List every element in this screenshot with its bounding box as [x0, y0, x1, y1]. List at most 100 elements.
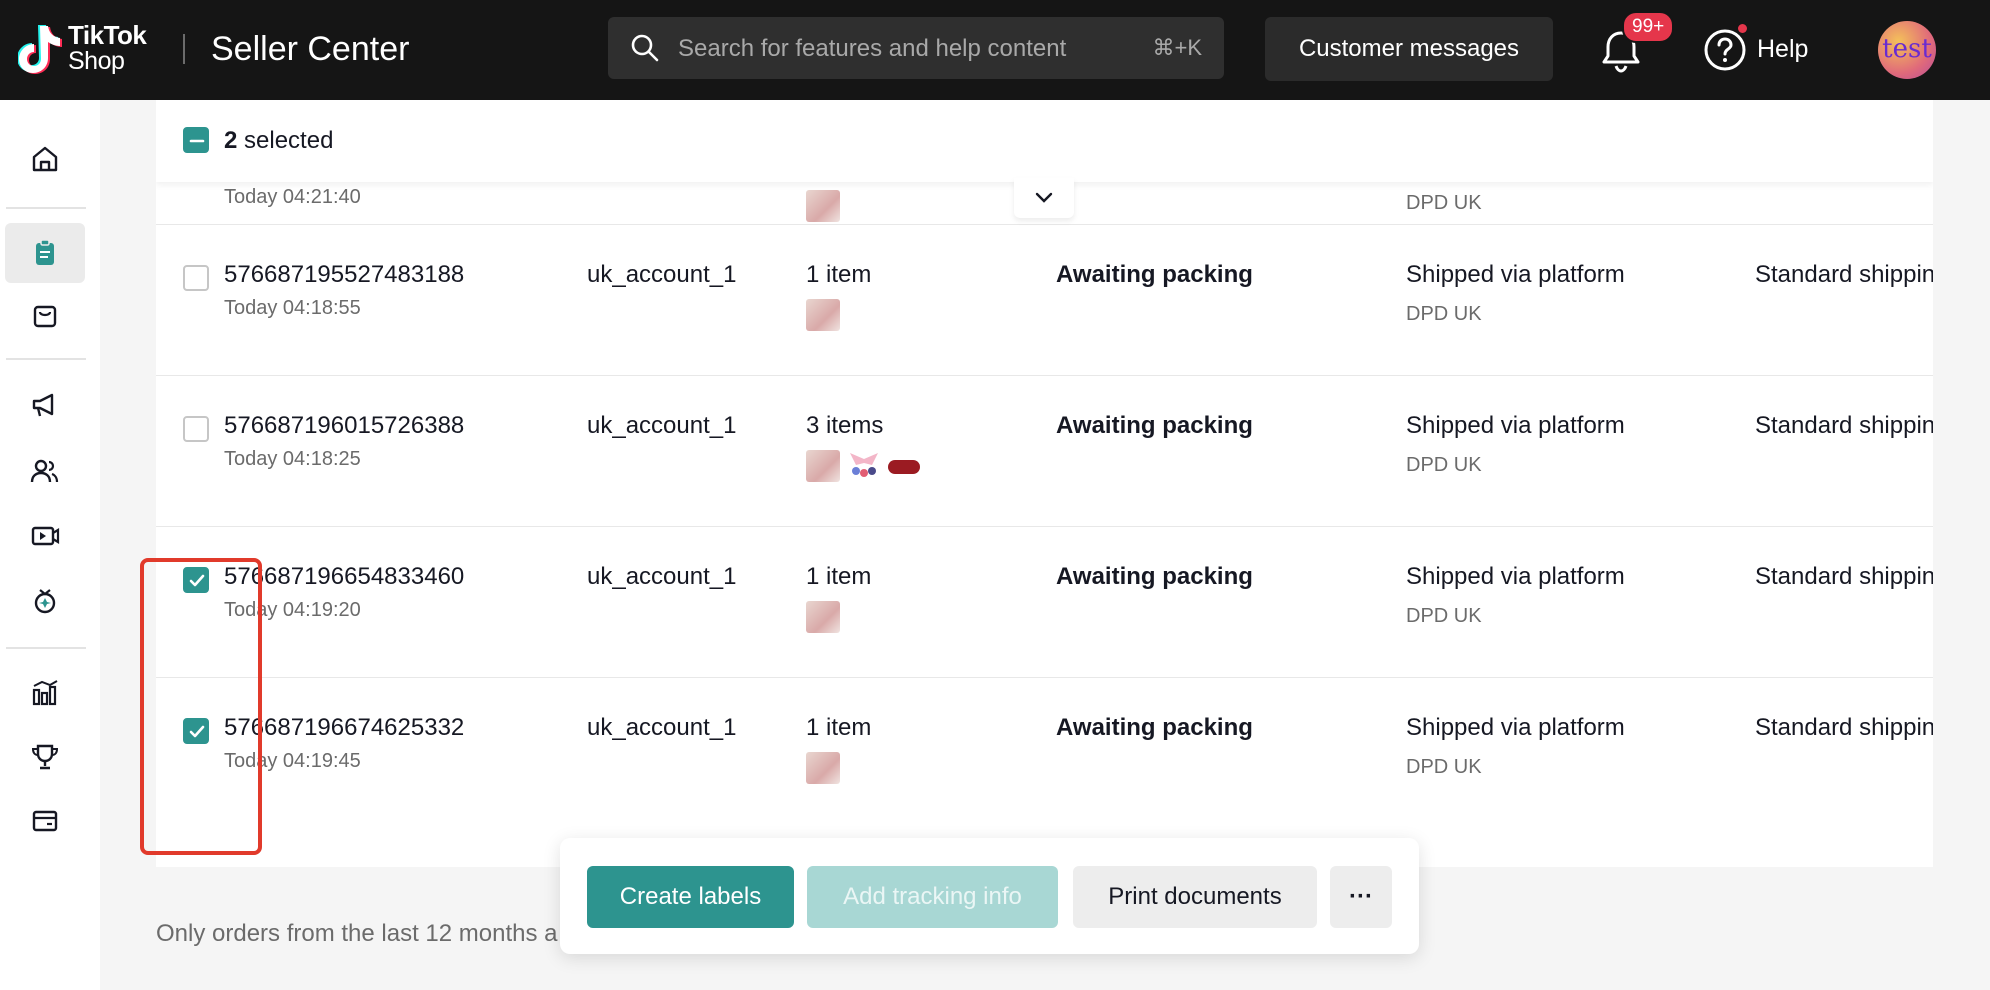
sidebar-item-achievements[interactable] — [5, 727, 85, 787]
item-count[interactable]: 1 item — [806, 714, 871, 742]
footnote: Only orders from the last 12 months a — [156, 920, 558, 947]
sidebar-item-marketing[interactable] — [5, 375, 85, 435]
add-tracking-info-button[interactable]: Add tracking info — [807, 866, 1058, 928]
shipping-type: Shipped via platform — [1406, 563, 1625, 590]
table-row[interactable]: 576687195527483188 Today 04:18:55 uk_acc… — [156, 225, 1933, 376]
search-placeholder: Search for features and help content — [678, 35, 1067, 62]
shipping-method: Standard shippin — [1755, 714, 1933, 741]
marketing-icon — [32, 393, 54, 417]
print-documents-button[interactable]: Print documents — [1073, 866, 1317, 928]
product-thumbnail — [888, 460, 920, 474]
brand-divider — [183, 34, 185, 64]
product-thumbnail — [806, 190, 840, 222]
sidebar-item-products[interactable] — [5, 286, 85, 346]
shipping-type: Shipped via platform — [1406, 261, 1625, 288]
sidebar-item-finance[interactable] — [5, 791, 85, 851]
avatar[interactable]: test — [1878, 21, 1936, 79]
account-name: uk_account_1 — [587, 261, 737, 288]
analytics-icon — [32, 680, 58, 706]
product-thumbnail — [806, 299, 840, 331]
brand-name[interactable]: TikTok Shop — [68, 20, 147, 75]
order-status: Awaiting packing — [1056, 412, 1253, 439]
sidebar-divider — [6, 358, 86, 360]
orders-table: 2 selected Today 04:21:40 DPD UK 5766871… — [156, 100, 1933, 867]
selected-label: selected — [244, 127, 334, 154]
help-link[interactable]: Help — [1757, 35, 1808, 64]
live-video-icon — [31, 526, 60, 546]
product-thumbnail — [850, 453, 878, 477]
selection-highlight — [140, 558, 262, 855]
expand-toggle[interactable] — [1014, 178, 1074, 218]
carrier: DPD UK — [1406, 192, 1482, 214]
notification-badge: 99+ — [1622, 11, 1675, 43]
search-shortcut: ⌘+K — [1152, 35, 1202, 60]
indeterminate-icon — [189, 139, 205, 143]
selection-count: 2 selected — [224, 127, 333, 155]
select-all-checkbox[interactable] — [183, 127, 209, 153]
shipping-method: Standard shippin — [1755, 261, 1933, 288]
selection-header: 2 selected — [156, 100, 1933, 182]
row-checkbox[interactable] — [183, 265, 209, 291]
account-name: uk_account_1 — [587, 412, 737, 439]
top-bar: TikTok Shop Seller Center Search for fea… — [0, 0, 1990, 100]
product-thumbnail — [806, 450, 840, 482]
sidebar-divider — [6, 207, 86, 209]
order-status: Awaiting packing — [1056, 714, 1253, 741]
order-id[interactable]: 576687195527483188 — [224, 261, 464, 289]
sidebar — [0, 100, 100, 990]
shipping-method: Standard shippin — [1755, 412, 1933, 439]
account-name: uk_account_1 — [587, 563, 737, 590]
row-checkbox[interactable] — [183, 416, 209, 442]
bulk-action-bar: Create labels Add tracking info Print do… — [560, 838, 1419, 954]
sidebar-item-orders[interactable] — [5, 223, 85, 283]
products-icon — [33, 305, 57, 328]
table-row[interactable]: 576687196654833460 Today 04:19:20 uk_acc… — [156, 527, 1933, 678]
carrier: DPD UK — [1406, 454, 1482, 476]
customer-messages-button[interactable]: Customer messages — [1265, 17, 1553, 81]
shipping-method: Standard shippin — [1755, 563, 1933, 590]
sidebar-divider — [6, 647, 86, 649]
order-time: Today 04:21:40 — [224, 186, 361, 208]
orders-icon — [36, 239, 54, 265]
product-thumbnail — [806, 752, 840, 784]
create-labels-button[interactable]: Create labels — [587, 866, 794, 928]
carrier: DPD UK — [1406, 756, 1482, 778]
creators-icon — [30, 459, 59, 483]
sidebar-item-analytics[interactable] — [5, 663, 85, 723]
order-status: Awaiting packing — [1056, 563, 1253, 590]
finance-icon — [32, 810, 58, 832]
search-icon — [631, 34, 659, 62]
help-dot — [1738, 24, 1747, 33]
item-count[interactable]: 3 items — [806, 412, 883, 440]
tiktok-logo-icon[interactable] — [18, 22, 62, 76]
brand-line-2: Shop — [68, 47, 125, 75]
home-icon — [32, 146, 58, 172]
sidebar-item-creators[interactable] — [5, 441, 85, 501]
table-row[interactable]: 576687196015726388 Today 04:18:25 uk_acc… — [156, 376, 1933, 527]
shipping-type: Shipped via platform — [1406, 714, 1625, 741]
account-name: uk_account_1 — [587, 714, 737, 741]
item-count[interactable]: 1 item — [806, 261, 871, 289]
table-row[interactable]: 576687196674625332 Today 04:19:45 uk_acc… — [156, 678, 1933, 829]
growth-icon — [34, 589, 56, 614]
app-title: Seller Center — [211, 30, 410, 68]
brand-line-1: TikTok — [68, 20, 147, 50]
trophy-icon — [31, 744, 59, 770]
selected-count: 2 — [224, 127, 238, 154]
chevron-down-icon — [1035, 192, 1053, 203]
search-input[interactable]: Search for features and help content ⌘+K — [608, 17, 1224, 79]
order-time: Today 04:18:55 — [224, 297, 361, 319]
sidebar-item-home[interactable] — [5, 129, 85, 189]
sidebar-item-live-video[interactable] — [5, 506, 85, 566]
carrier: DPD UK — [1406, 605, 1482, 627]
product-thumbnail — [806, 601, 840, 633]
order-time: Today 04:18:25 — [224, 448, 361, 470]
help-icon[interactable] — [1703, 28, 1747, 72]
sidebar-item-growth[interactable] — [5, 571, 85, 631]
more-actions-button[interactable]: ··· — [1330, 866, 1392, 928]
item-count[interactable]: 1 item — [806, 563, 871, 591]
shipping-type: Shipped via platform — [1406, 412, 1625, 439]
order-id[interactable]: 576687196015726388 — [224, 412, 464, 440]
carrier: DPD UK — [1406, 303, 1482, 325]
order-status: Awaiting packing — [1056, 261, 1253, 288]
